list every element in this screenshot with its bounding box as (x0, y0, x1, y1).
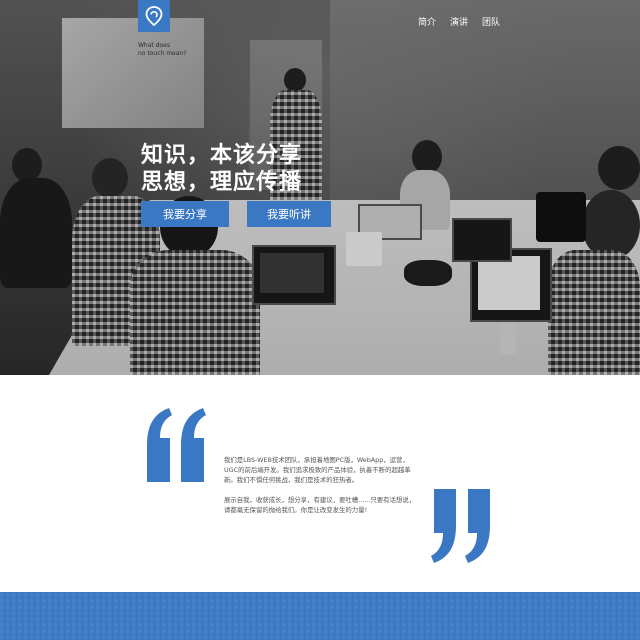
hero-overlay (0, 0, 640, 375)
top-nav: 简介 演讲 团队 (418, 15, 500, 28)
headline-line2: 思想，理应传播 (141, 170, 303, 195)
nav-item-talks[interactable]: 演讲 (450, 15, 468, 28)
share-button[interactable]: 我要分享 (141, 201, 229, 227)
nav-item-team[interactable]: 团队 (482, 15, 500, 28)
headline-line1: 知识，本该分享 (141, 143, 303, 168)
listen-button[interactable]: 我要听讲 (247, 201, 331, 227)
intro-paragraph-2: 展示自我，收获成长，想分享，有建议，要吐槽......只要有话想说，请都毫无保留… (224, 496, 416, 514)
footer-band (0, 592, 640, 640)
nav-item-intro[interactable]: 简介 (418, 15, 436, 28)
team-intro: 我们是LBS-WEB技术团队，承担着地图PC版，WebApp，运营，UGC的前后… (224, 455, 420, 525)
close-quote-icon (431, 489, 490, 563)
location-pin-icon (145, 6, 163, 26)
open-quote-icon (147, 408, 206, 482)
logo[interactable] (138, 0, 170, 32)
hero-headline: 知识，本该分享 思想，理应传播 (141, 142, 302, 196)
hero-photo: What does no touch mean? (0, 0, 640, 375)
intro-paragraph-1: 我们是LBS-WEB技术团队，承担着地图PC版，WebApp，运营，UGC的前后… (224, 456, 411, 484)
